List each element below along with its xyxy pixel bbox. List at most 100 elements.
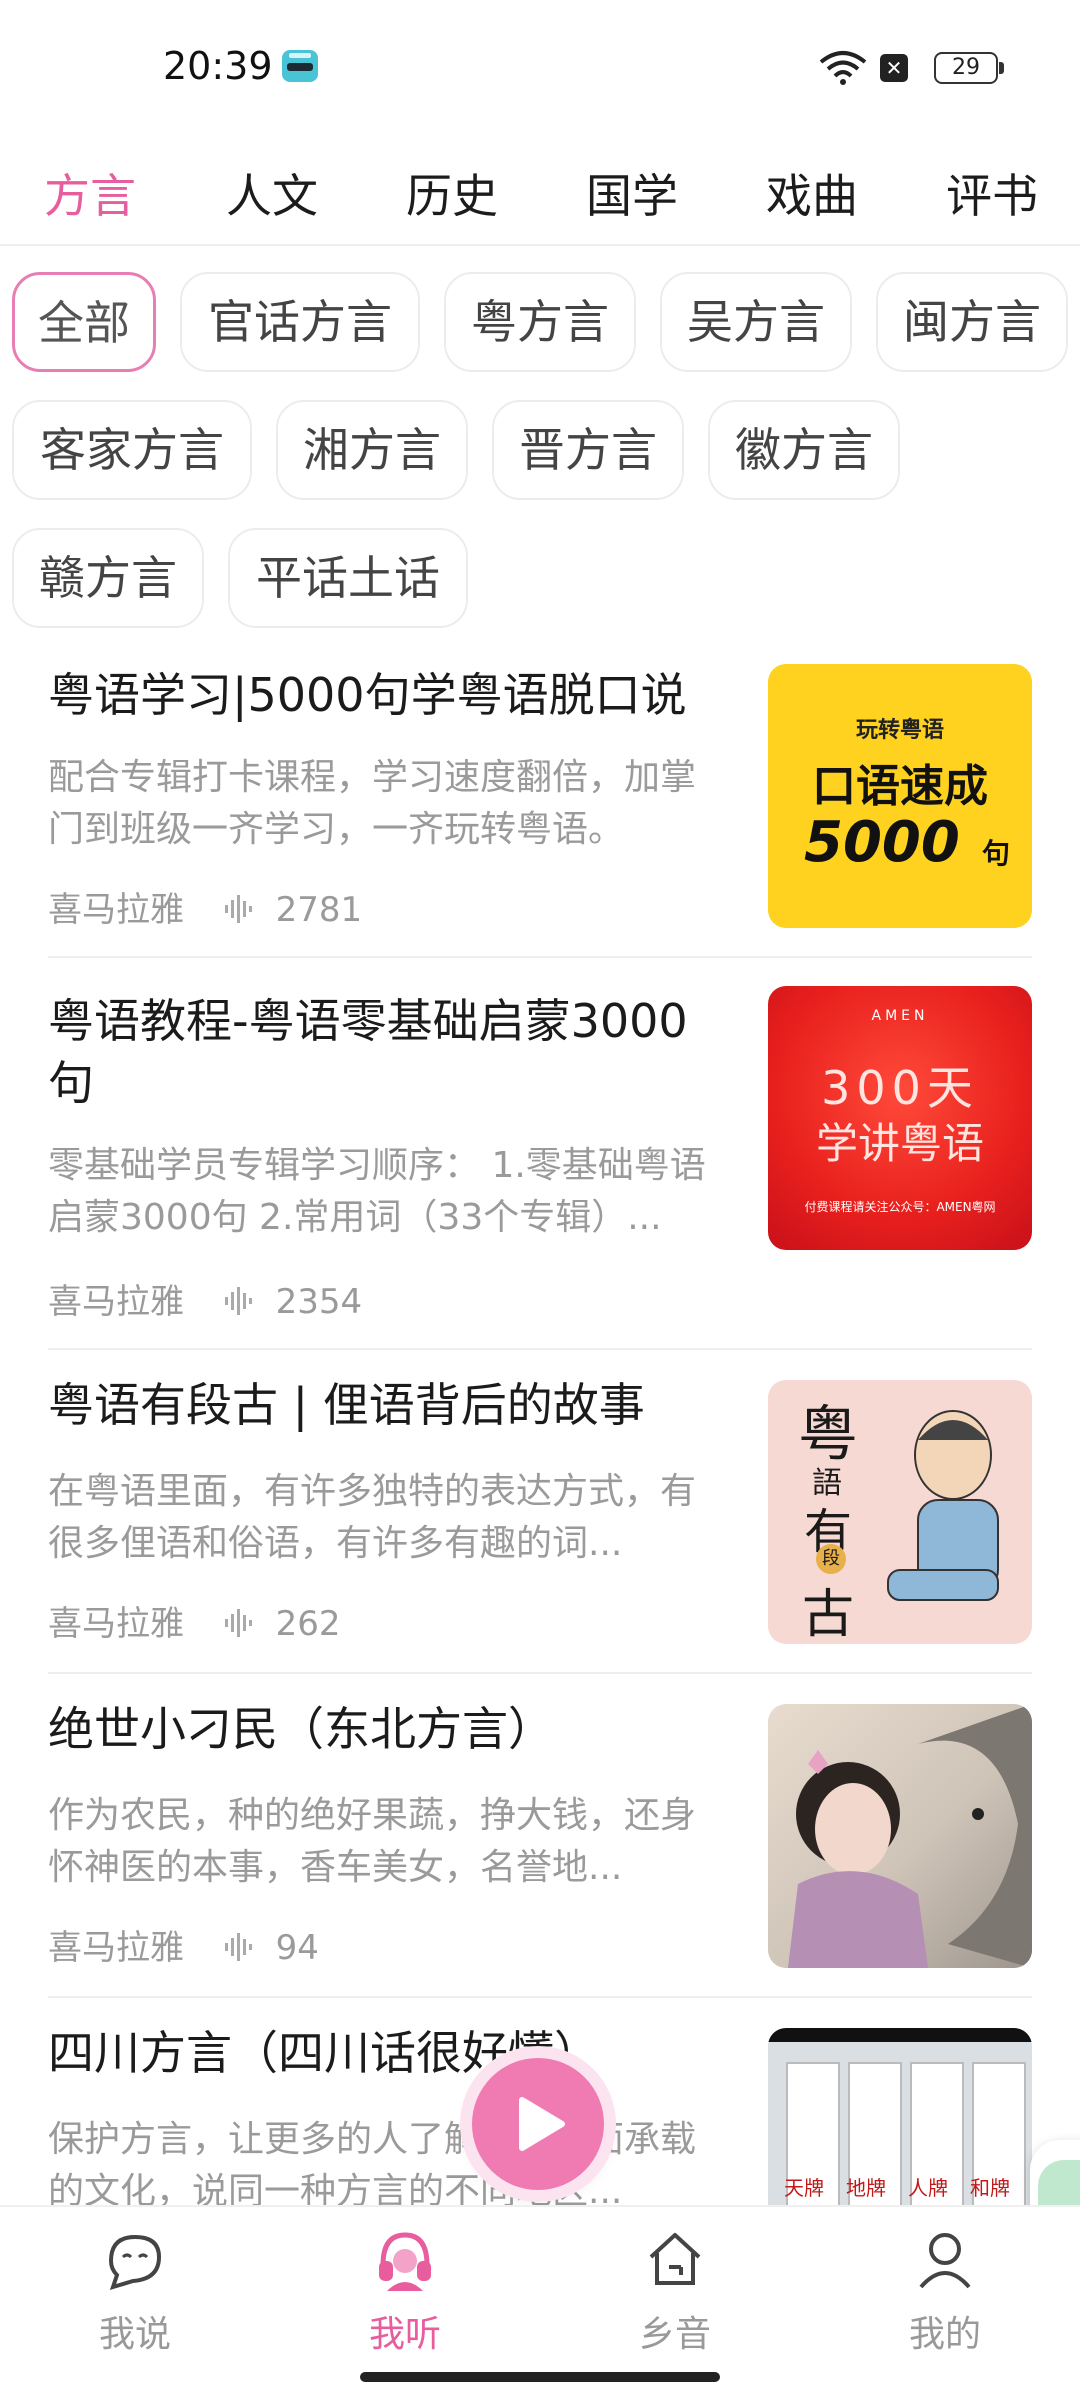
item-source: 喜马拉雅 [48, 1928, 184, 1968]
domino-card-1 [786, 2062, 840, 2226]
item-title: 四川方言（四川话很好懂） [48, 2026, 600, 2080]
tab-history[interactable]: 历史 [406, 160, 498, 226]
domino-card-4 [972, 2062, 1026, 2226]
tab-humanities[interactable]: 人文 [226, 160, 318, 226]
item-source: 喜马拉雅 [48, 1604, 184, 1644]
item-meta: 喜马拉雅 94 [48, 1920, 319, 1969]
domino-card-2 [848, 2062, 902, 2226]
item-description: 配合专辑打卡课程，学习速度翻倍，加掌门到班级一齐学习，一齐玩转粤语。 [48, 757, 697, 850]
cover-brand-text: AMEN [871, 1008, 929, 1024]
item-play-count: 2781 [275, 890, 363, 930]
cover-footer-text: 付费课程请关注公众号：AMEN粤网 [804, 1200, 996, 1214]
filter-chip-hui[interactable]: 徽方言 [708, 400, 900, 500]
item-play-count: 2354 [275, 1282, 363, 1322]
filter-chip-wu[interactable]: 吴方言 [660, 272, 852, 372]
filter-chip-min[interactable]: 闽方言 [876, 272, 1068, 372]
list-item[interactable]: 粤语学习|5000句学粤语脱口说 配合专辑打卡课程，学习速度翻倍，加掌门到班级一… [48, 660, 1032, 950]
floating-play-button[interactable] [472, 2058, 604, 2190]
wifi-icon [819, 51, 867, 85]
item-source: 喜马拉雅 [48, 890, 184, 930]
domino-label-3: 人牌 [908, 2176, 948, 2200]
item-meta: 喜马拉雅 2781 [48, 882, 362, 931]
play-count-icon [224, 1287, 252, 1315]
item-description: 保护方言，让更多的人了解方言里面承载的文化，说同一种方言的不同地区... [48, 2119, 697, 2212]
sim-off-icon: ✕ [880, 54, 908, 82]
domino-label-2: 地牌 [846, 2176, 886, 2200]
item-title: 粤语学习|5000句学粤语脱口说 [48, 668, 687, 722]
home-indicator[interactable] [360, 2372, 720, 2382]
cover-char-5: 古 [802, 1585, 855, 1644]
list-divider [48, 956, 1032, 958]
nav-label: 我听 [368, 2314, 441, 2355]
item-source: 喜马拉雅 [48, 1282, 184, 1322]
item-meta: 喜马拉雅 262 [48, 1596, 341, 1645]
status-bar: 20:39 ✕ 29 [0, 0, 1080, 130]
tabs-divider [0, 244, 1080, 246]
filter-chip-mandarin[interactable]: 官话方言 [180, 272, 420, 372]
nav-item-listen[interactable]: 我听 [325, 2227, 485, 2357]
list-item[interactable]: 粤语有段古 | 俚语背后的故事 在粤语里面，有许多独特的表达方式，有很多俚语和俗… [48, 1372, 1032, 1662]
item-cover [768, 1704, 1032, 1968]
headphones-icon [379, 2232, 431, 2291]
nav-label: 我的 [908, 2314, 981, 2355]
domino-card-3 [910, 2062, 964, 2226]
list-item[interactable]: 粤语教程-粤语零基础启蒙3000句 零基础学员专辑学习顺序： 1.零基础粤语启蒙… [48, 986, 1032, 1323]
filter-chip-gan[interactable]: 赣方言 [12, 528, 204, 628]
play-icon [519, 2097, 565, 2151]
item-title: 绝世小刁民（东北方言） [48, 1702, 554, 1756]
item-cover: 玩转粤语 口语速成 5000 句 [768, 664, 1032, 928]
filter-chip-yue[interactable]: 粤方言 [444, 272, 636, 372]
status-time: 20:39 [163, 44, 273, 88]
play-count-icon [224, 1609, 252, 1637]
profile-icon [919, 2233, 971, 2289]
play-count-icon [224, 895, 252, 923]
domino-label-1: 天牌 [784, 2176, 824, 2200]
list-divider [48, 1672, 1032, 1674]
filter-chip-all[interactable]: 全部 [12, 272, 156, 372]
item-description: 作为农民，种的绝好果蔬，挣大钱，还身怀神医的本事，香车美女，名誉地... [48, 1795, 697, 1888]
filter-chip-jin[interactable]: 晋方言 [492, 400, 684, 500]
list-item[interactable]: 绝世小刁民（东北方言） 作为农民，种的绝好果蔬，挣大钱，还身怀神医的本事，香车美… [48, 1696, 1032, 1986]
cover-title-line2: 学讲粤语 [815, 1119, 984, 1168]
nav-item-speak[interactable]: 我说 [55, 2227, 215, 2357]
cover-number-text: 5000 [804, 810, 960, 875]
filter-chip-xiang[interactable]: 湘方言 [276, 400, 468, 500]
chat-face-icon [108, 2234, 162, 2291]
item-description: 在粤语里面，有许多独特的表达方式，有很多俚语和俗语，有许多有趣的词... [48, 1471, 697, 1564]
category-tabs: 方言 人文 历史 国学 戏曲 评书 [0, 150, 1080, 240]
item-cover: AMEN 300天 学讲粤语 付费课程请关注公众号：AMEN粤网 [768, 986, 1032, 1250]
battery-icon: 29 [934, 52, 1004, 84]
item-play-count: 262 [275, 1604, 341, 1644]
item-title: 粤语有段古 | 俚语背后的故事 [48, 1378, 645, 1432]
list-divider [48, 1348, 1032, 1350]
tab-storytelling[interactable]: 评书 [946, 160, 1038, 226]
item-cover: 粤 語 有 段 古 [768, 1380, 1032, 1644]
item-title: 粤语教程-粤语零基础启蒙3000句 [48, 994, 688, 1110]
item-cover: 天牌 地牌 人牌 和牌 [768, 2028, 1032, 2226]
item-play-count: 94 [275, 1928, 319, 1968]
tab-sinology[interactable]: 国学 [586, 160, 678, 226]
home-icon [649, 2233, 701, 2285]
cover-unit-text: 句 [982, 837, 1011, 870]
domino-label-4: 和牌 [970, 2176, 1010, 2200]
filter-chip-hakka[interactable]: 客家方言 [12, 400, 252, 500]
filter-chip-pinghua[interactable]: 平话土话 [228, 528, 468, 628]
magic-app-icon [282, 50, 318, 82]
nav-item-hometown[interactable]: 乡音 [595, 2227, 755, 2357]
tab-opera[interactable]: 戏曲 [766, 160, 858, 226]
cover-main-text: 口语速成 [812, 761, 988, 812]
cover-title-line1: 300天 [821, 1061, 979, 1115]
nav-item-mine[interactable]: 我的 [865, 2227, 1025, 2357]
illustration-woman-wolf-icon [788, 1704, 1032, 1968]
cover-char-4: 段 [816, 1544, 846, 1574]
nav-label: 我说 [98, 2314, 171, 2355]
cover-top-band [768, 2028, 1032, 2042]
cover-top-text: 玩转粤语 [855, 718, 944, 743]
item-meta: 喜马拉雅 2354 [48, 1274, 362, 1323]
cartoon-figure-icon [887, 1410, 999, 1601]
play-count-icon [224, 1933, 252, 1961]
list-divider [48, 1996, 1032, 1998]
item-description: 零基础学员专辑学习顺序： 1.零基础粤语启蒙3000句 2.常用词（33个专辑）… [48, 1145, 706, 1238]
tab-dialect[interactable]: 方言 [44, 160, 136, 226]
nav-label: 乡音 [638, 2314, 711, 2355]
